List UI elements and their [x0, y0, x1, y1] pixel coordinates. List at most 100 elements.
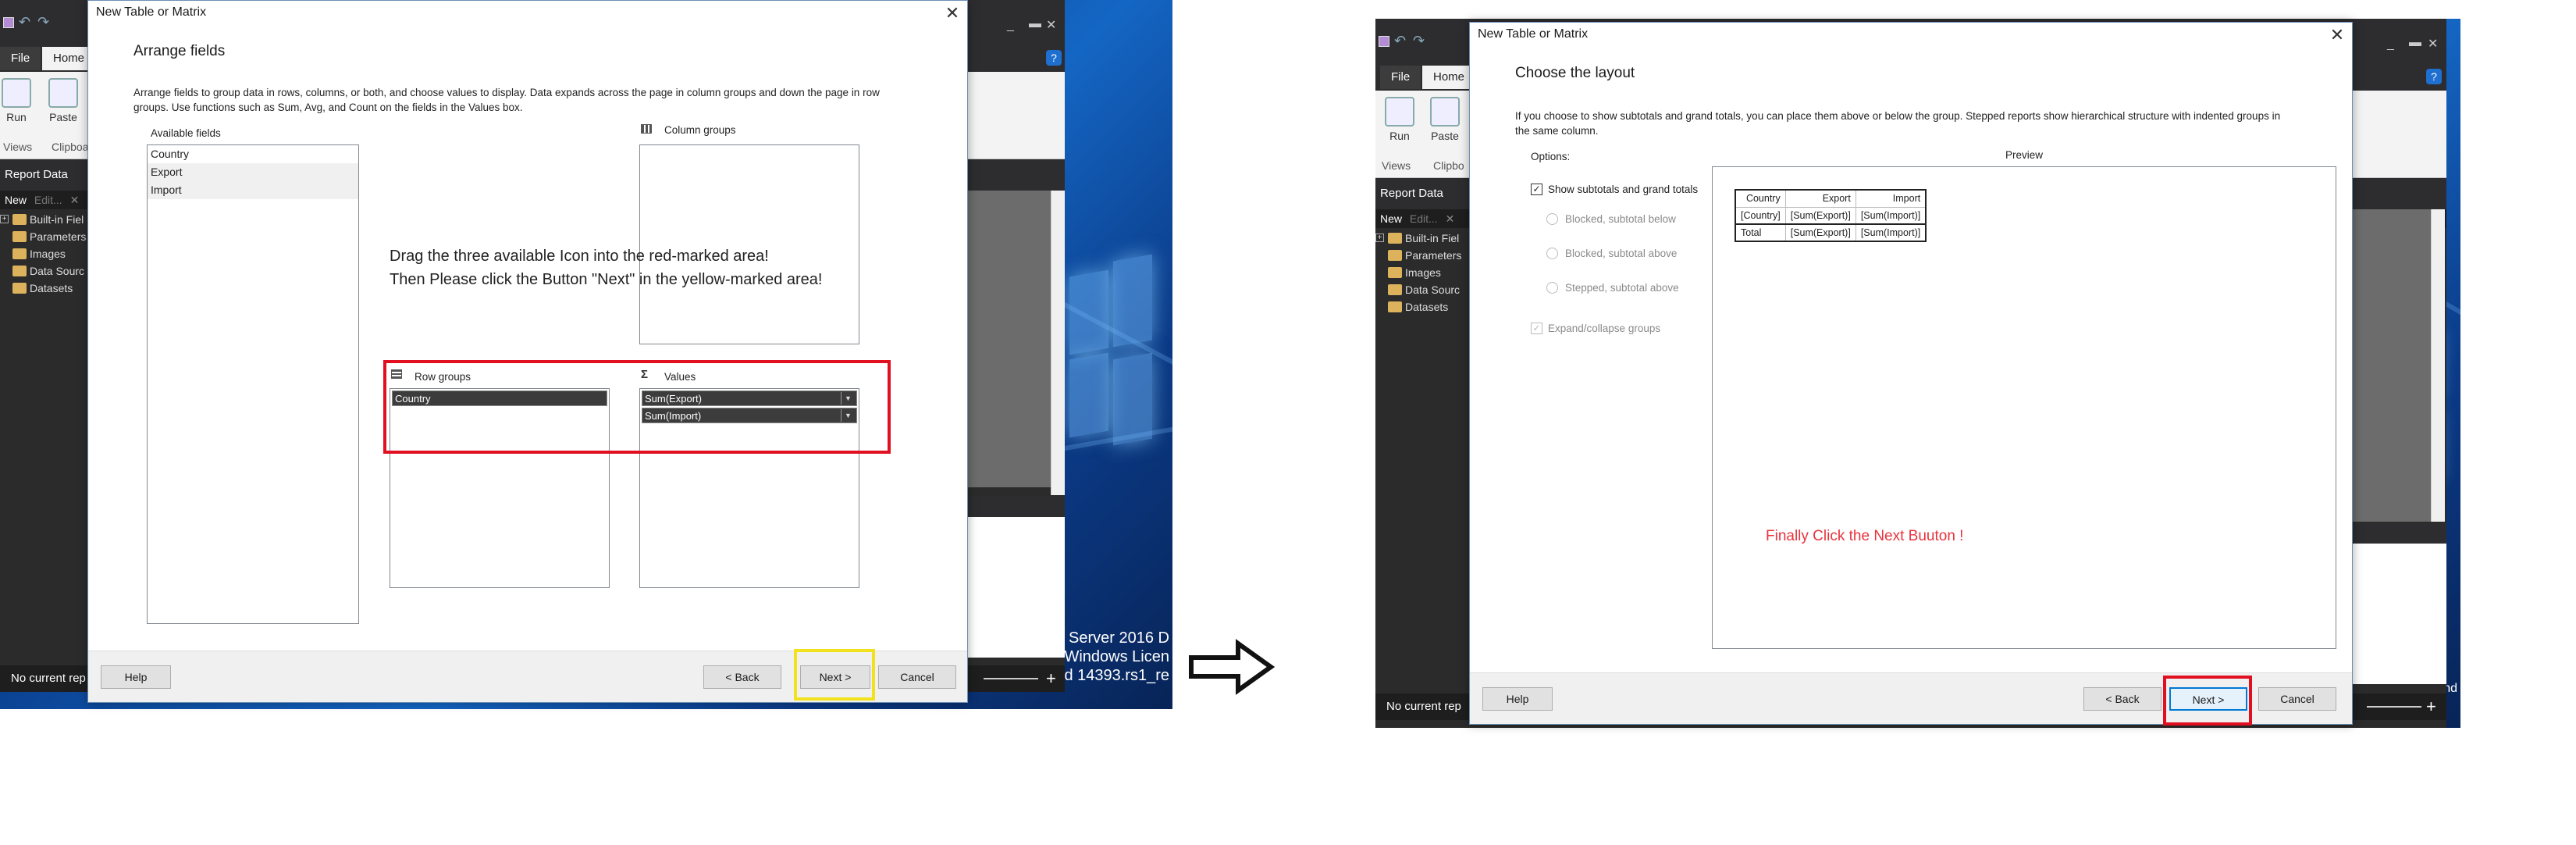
- minimize-icon[interactable]: _: [1007, 19, 1014, 33]
- tree-item-built-in-fields[interactable]: + Built-in Fiel: [0, 211, 86, 228]
- delete-icon[interactable]: ✕: [70, 194, 80, 206]
- tree-label: Data Sourc: [1405, 283, 1461, 296]
- tree-item-parameters[interactable]: Parameters: [0, 228, 86, 245]
- tree-label: Images: [1405, 266, 1441, 279]
- paste-button[interactable]: Paste: [42, 78, 84, 123]
- tab-file[interactable]: File: [1380, 66, 1421, 89]
- delete-icon[interactable]: ✕: [1446, 212, 1455, 225]
- paste-label: Paste: [49, 111, 77, 123]
- tree-item-datasets[interactable]: Datasets: [1375, 298, 1461, 316]
- tree-item-data-sources[interactable]: Data Sourc: [0, 262, 86, 280]
- column-groups-label: Column groups: [664, 124, 736, 136]
- close-icon[interactable]: ✕: [2324, 24, 2350, 46]
- zoom-in-icon[interactable]: +: [2426, 693, 2436, 720]
- paste-button[interactable]: Paste: [1424, 97, 1466, 142]
- tree-label: Built-in Fiel: [30, 213, 84, 226]
- tree-item-data-sources[interactable]: Data Sourc: [1375, 281, 1461, 298]
- close-icon[interactable]: ✕: [2428, 36, 2438, 52]
- preview-header-row: Country Export Import: [1735, 189, 1927, 208]
- preview-cell: [Sum(Export)]: [1784, 223, 1856, 242]
- available-field-country[interactable]: Country: [148, 145, 358, 163]
- expand-icon[interactable]: +: [1375, 234, 1384, 242]
- redo-icon[interactable]: ↷: [37, 14, 49, 30]
- available-fields-label: Available fields: [151, 127, 221, 139]
- status-text: No current rep: [11, 672, 86, 685]
- instruction-line-2: Then Please click the Button "Next" in t…: [390, 271, 823, 288]
- ribbon-group-clipboard: Clipbo: [1433, 159, 1464, 172]
- properties-pane: [2343, 523, 2446, 544]
- edit-menu[interactable]: Edit...: [1410, 212, 1438, 225]
- maximize-icon[interactable]: ▬: [1029, 17, 1041, 31]
- available-field-import[interactable]: Import: [148, 181, 358, 199]
- cancel-button[interactable]: Cancel: [2258, 687, 2336, 711]
- available-fields-list[interactable]: Country Export Import: [147, 144, 359, 624]
- radio-blocked-above-label: Blocked, subtotal above: [1565, 248, 1678, 259]
- tree-item-built-in-fields[interactable]: + Built-in Fiel: [1375, 230, 1461, 247]
- expand-icon[interactable]: +: [0, 215, 9, 223]
- cancel-button[interactable]: Cancel: [878, 665, 956, 689]
- folder-icon: [12, 248, 27, 259]
- show-subtotals-label: Show subtotals and grand totals: [1548, 184, 1699, 195]
- undo-icon[interactable]: ↶: [19, 14, 30, 30]
- maximize-icon[interactable]: ▬: [2409, 36, 2421, 50]
- tree-item-datasets[interactable]: Datasets: [0, 280, 86, 297]
- new-menu[interactable]: New: [1380, 212, 1402, 225]
- zoom-slider[interactable]: [984, 678, 1038, 679]
- radio-blocked-below[interactable]: [1546, 213, 1558, 225]
- available-field-export[interactable]: Export: [148, 163, 358, 181]
- new-menu[interactable]: New: [5, 194, 27, 206]
- folder-icon: [1388, 250, 1402, 261]
- report-data-tree: + Built-in Fiel Parameters Images Data So…: [0, 211, 86, 297]
- save-icon[interactable]: [3, 17, 14, 28]
- lower-pane: [968, 517, 1065, 658]
- tab-home[interactable]: Home: [1422, 66, 1476, 89]
- folder-icon: [1388, 267, 1402, 278]
- ribbon-group-views: Views: [1382, 159, 1411, 172]
- zoom-in-icon[interactable]: +: [1046, 665, 1056, 692]
- vertical-scrollbar[interactable]: [2431, 209, 2445, 522]
- show-subtotals-checkbox[interactable]: ✓: [1531, 184, 1542, 195]
- vertical-scrollbar[interactable]: [1051, 191, 1065, 495]
- preview-pane: Country Export Import [Country] [Sum(Exp…: [1712, 166, 2336, 649]
- undo-icon[interactable]: ↶: [1394, 33, 1406, 49]
- tree-label: Images: [30, 248, 66, 260]
- back-button[interactable]: < Back: [703, 665, 781, 689]
- paste-label: Paste: [1431, 130, 1459, 142]
- close-icon[interactable]: ✕: [939, 2, 966, 24]
- zoom-slider[interactable]: [2367, 706, 2421, 708]
- tree-item-images[interactable]: Images: [0, 245, 86, 262]
- tree-item-images[interactable]: Images: [1375, 264, 1461, 281]
- windows-logo-icon: [1069, 254, 1155, 446]
- preview-total-row: Total [Sum(Export)] [Sum(Import)]: [1735, 223, 1927, 242]
- run-button[interactable]: Run: [0, 78, 37, 123]
- report-data-tree: + Built-in Fiel Parameters Images Data So…: [1375, 230, 1461, 316]
- run-button[interactable]: Run: [1379, 97, 1421, 142]
- page-heading: Arrange fields: [133, 43, 226, 59]
- back-button[interactable]: < Back: [2083, 687, 2161, 711]
- redo-icon[interactable]: ↷: [1413, 33, 1425, 49]
- paste-icon: [1430, 97, 1460, 127]
- red-marked-area: [383, 360, 891, 454]
- tree-item-parameters[interactable]: Parameters: [1375, 247, 1461, 264]
- page-heading: Choose the layout: [1515, 65, 1635, 81]
- help-button[interactable]: Help: [1482, 687, 1553, 711]
- save-icon[interactable]: [1379, 36, 1389, 47]
- help-button[interactable]: Help: [101, 665, 171, 689]
- tab-file[interactable]: File: [0, 47, 41, 70]
- help-icon[interactable]: ?: [2426, 69, 2442, 84]
- paste-icon: [48, 78, 78, 108]
- preview-cell: Export: [1784, 189, 1856, 208]
- expand-collapse-checkbox[interactable]: ✓: [1531, 323, 1542, 334]
- right-arrow-icon: [1189, 639, 1276, 695]
- page-description: If you choose to show subtotals and gran…: [1515, 110, 2281, 137]
- edit-menu[interactable]: Edit...: [34, 194, 62, 206]
- preview-cell: Total: [1735, 223, 1786, 242]
- preview-cell: [Country]: [1735, 206, 1786, 225]
- help-icon[interactable]: ?: [1046, 50, 1062, 66]
- radio-stepped-above[interactable]: [1546, 282, 1558, 294]
- minimize-icon[interactable]: _: [2387, 37, 2394, 52]
- folder-icon: [1388, 301, 1402, 312]
- radio-blocked-above[interactable]: [1546, 248, 1558, 259]
- close-icon[interactable]: ✕: [1046, 17, 1056, 33]
- column-groups-icon: [641, 124, 652, 134]
